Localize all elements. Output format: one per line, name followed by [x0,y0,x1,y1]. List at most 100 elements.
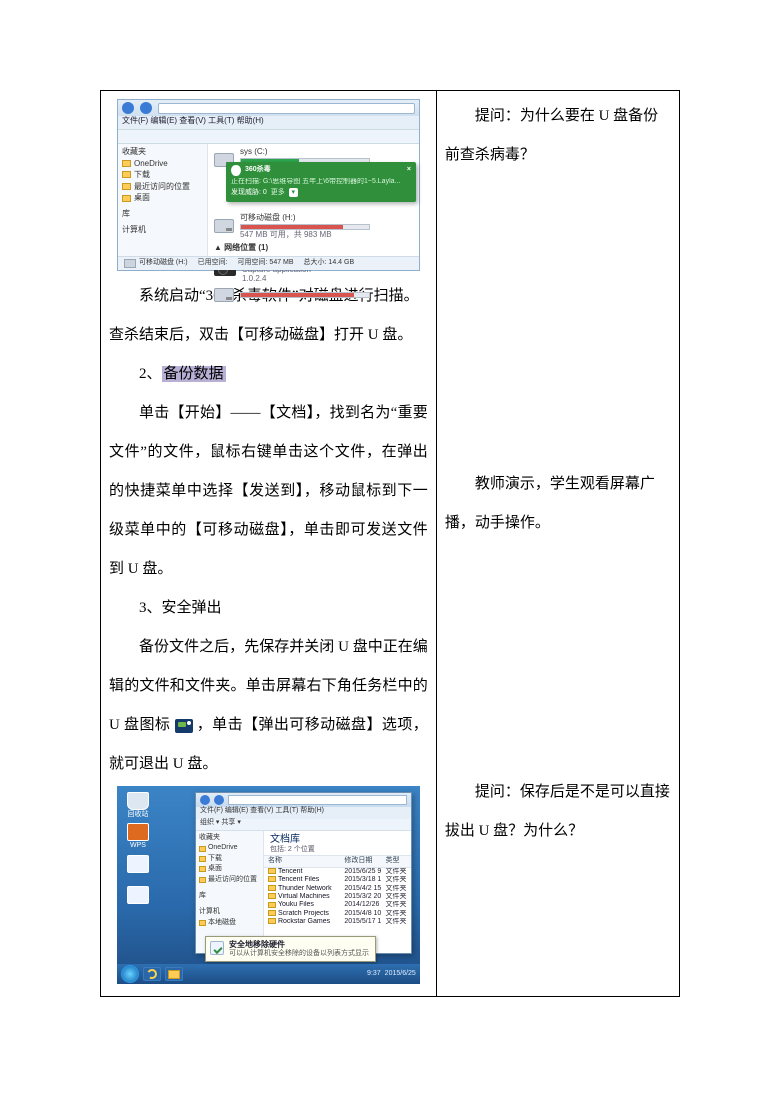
document-page: 文件(F) 编辑(E) 查看(V) 工具(T) 帮助(H) 收藏夹 OneDri… [0,0,780,1103]
shield-icon [231,165,241,176]
question-1: 提问：为什么要在 U 盘备份前查杀病毒？ [445,97,671,175]
wps-icon: WPS [121,823,155,850]
toolbar: 组织 ▾ 共享 ▾ [196,819,411,831]
chevron-down-icon: ▾ [289,188,298,197]
backup-paragraph: 单击【开始】——【文档】，找到名为“重要文件”的文件，鼠标右键单击这个文件，在弹… [109,394,428,589]
sidebar: 收藏夹 OneDrive 下载 最近访问的位置 桌面 库 [118,144,208,270]
table-row: Rockstar Games2015/5/17 13:10文件夹 [264,918,411,926]
folder-icon [122,195,131,202]
folder-icon [122,160,131,167]
folder-icon [268,876,276,882]
folder-icon [268,910,276,916]
sidebar-localdisk: 本地磁盘 [199,919,260,927]
drive-h-label: 可移动磁盘 (H:) [240,213,413,223]
col-date: 修改日期 [340,856,381,867]
usb-drive-icon [214,219,234,233]
folder-icon [268,902,276,908]
nav-back-icon [122,102,134,114]
sidebar-computer: 计算机 [199,908,260,916]
bullet-3: 3、安全弹出 [109,589,428,628]
net-location-header: ▲ 网络位置 (1) [214,243,413,253]
sidebar-recent: 最近访问的位置 [199,876,260,884]
drive-h-cap: 547 MB 可用，共 983 MB [240,230,413,240]
table-row: Thunder Network2015/4/2 15:32文件夹 [264,885,411,893]
sidebar-fav: 收藏夹 [122,147,203,157]
drive-ref [214,288,413,302]
table-row: Tencent2015/6/25 9:35文件夹 [264,867,411,876]
col-type: 类型 [381,856,410,867]
sidebar: 收藏夹 OneDrive 下载 桌面 最近访问的位置 库 计算机 [196,831,264,953]
safe-remove-icon [210,941,224,955]
sidebar-downloads: 下载 [199,855,260,863]
ecap-ver: 1.0.2.4 [242,274,311,284]
overlay-found: 发现威胁: 0 [231,189,267,197]
folder-icon [199,856,206,862]
highlight-backup: 备份数据 [162,366,226,382]
nav-fwd-icon [214,795,224,805]
drive-icon [124,259,136,268]
sidebar-lib: 库 [122,209,203,219]
question-2: 提问：保存后是不是可以直接拔出 U 盘？为什么？ [445,773,671,851]
address-bar [228,795,407,805]
nav-fwd-icon [140,102,152,114]
folder-icon [199,877,206,883]
sidebar-onedrive: OneDrive [199,844,260,852]
drive-pane: sys (C:) 54.2 GB 可用，共 119 GB [208,144,419,270]
teacher-demo: 教师演示，学生观看屏幕广播，动手操作。 [445,465,671,543]
menubar: 文件(F) 编辑(E) 查看(V) 工具(T) 帮助(H) [196,807,411,819]
folder-icon [199,920,206,926]
eject-paragraph: 备份文件之后，先保存并关闭 U 盘中正在编辑的文件和文件夹。单击屏幕右下角任务栏… [109,628,428,784]
desk-app-icon [121,886,155,913]
nav-back-icon [200,795,210,805]
win-titlebar [118,100,419,116]
ie-icon [143,967,161,981]
sidebar-desktop: 桌面 [122,193,203,203]
bullet-2: 2、备份数据 [109,355,428,394]
table-row: Tencent Files2015/3/18 11:25文件夹 [264,876,411,884]
folder-icon [122,171,131,178]
drive-c-label: sys (C:) [240,147,413,157]
sidebar-fav: 收藏夹 [199,834,260,842]
folder-icon [268,918,276,924]
table-row: Youku Files2014/12/26 19:23文件夹 [264,901,411,909]
folder-icon [268,893,276,899]
screenshot-explorer-scan: 文件(F) 编辑(E) 查看(V) 工具(T) 帮助(H) 收藏夹 OneDri… [117,99,420,271]
folder-icon [199,846,206,852]
table-row: Virtual Machines2015/3/2 20:16文件夹 [264,893,411,901]
menubar: 文件(F) 编辑(E) 查看(V) 工具(T) 帮助(H) [118,116,419,130]
layout-table: 文件(F) 编辑(E) 查看(V) 工具(T) 帮助(H) 收藏夹 OneDri… [100,90,680,997]
recycle-bin-icon: 回收站 [121,792,155,819]
explorer-pin-icon [165,967,183,981]
folder-icon [268,885,276,891]
folder-icon [199,866,206,872]
sidebar-recent: 最近访问的位置 [122,182,203,192]
taskbar: 9:37 2015/6/25 [117,964,420,984]
start-button-icon [121,965,139,983]
sidebar-desktop: 桌面 [199,865,260,873]
tray: 9:37 2015/6/25 [367,970,416,978]
toolbar [118,130,419,144]
col-name: 名称 [264,856,340,867]
library-subtitle: 包括: 2 个位置 [270,846,405,854]
sidebar-downloads: 下载 [122,170,203,180]
desk-app-icon [121,855,155,882]
sidebar-lib: 库 [199,892,260,900]
status-bar: 可移动磁盘 (H:) 已用空间: 可用空间: 547 MB 总大小: 14.4 … [118,256,419,270]
folder-icon [122,183,131,190]
usb-tray-icon [175,719,193,733]
overlay-title: 360杀毒 [245,166,271,174]
table-row: Scratch Projects2015/4/8 10:54文件夹 [264,910,411,918]
overlay-close: × [407,166,411,174]
overlay-path: 正在扫描: G:\思维导图 五年上\6带控制器的1~5.Layla... [231,178,411,186]
sidebar-computer: 计算机 [122,225,203,235]
right-column: 提问：为什么要在 U 盘备份前查杀病毒？ 教师演示，学生观看屏幕广播，动手操作。… [436,91,679,997]
antivirus-overlay: 360杀毒 × 正在扫描: G:\思维导图 五年上\6带控制器的1~5.Layl… [226,162,416,202]
address-bar [158,103,415,114]
explorer-window: 文件(F) 编辑(E) 查看(V) 工具(T) 帮助(H) 组织 ▾ 共享 ▾ … [195,792,412,954]
file-table: 名称 修改日期 类型 Tencent2015/6/25 9:35文件夹Tence… [264,855,411,926]
screenshot-desktop-eject: 回收站 WPS 文件 [117,786,420,984]
sidebar-onedrive: OneDrive [122,159,203,169]
overlay-more: 更多 [271,189,285,197]
folder-icon [268,868,276,874]
tooltip-sub: 可以从计算机安全移除的设备以列表方式显示 [229,950,369,958]
